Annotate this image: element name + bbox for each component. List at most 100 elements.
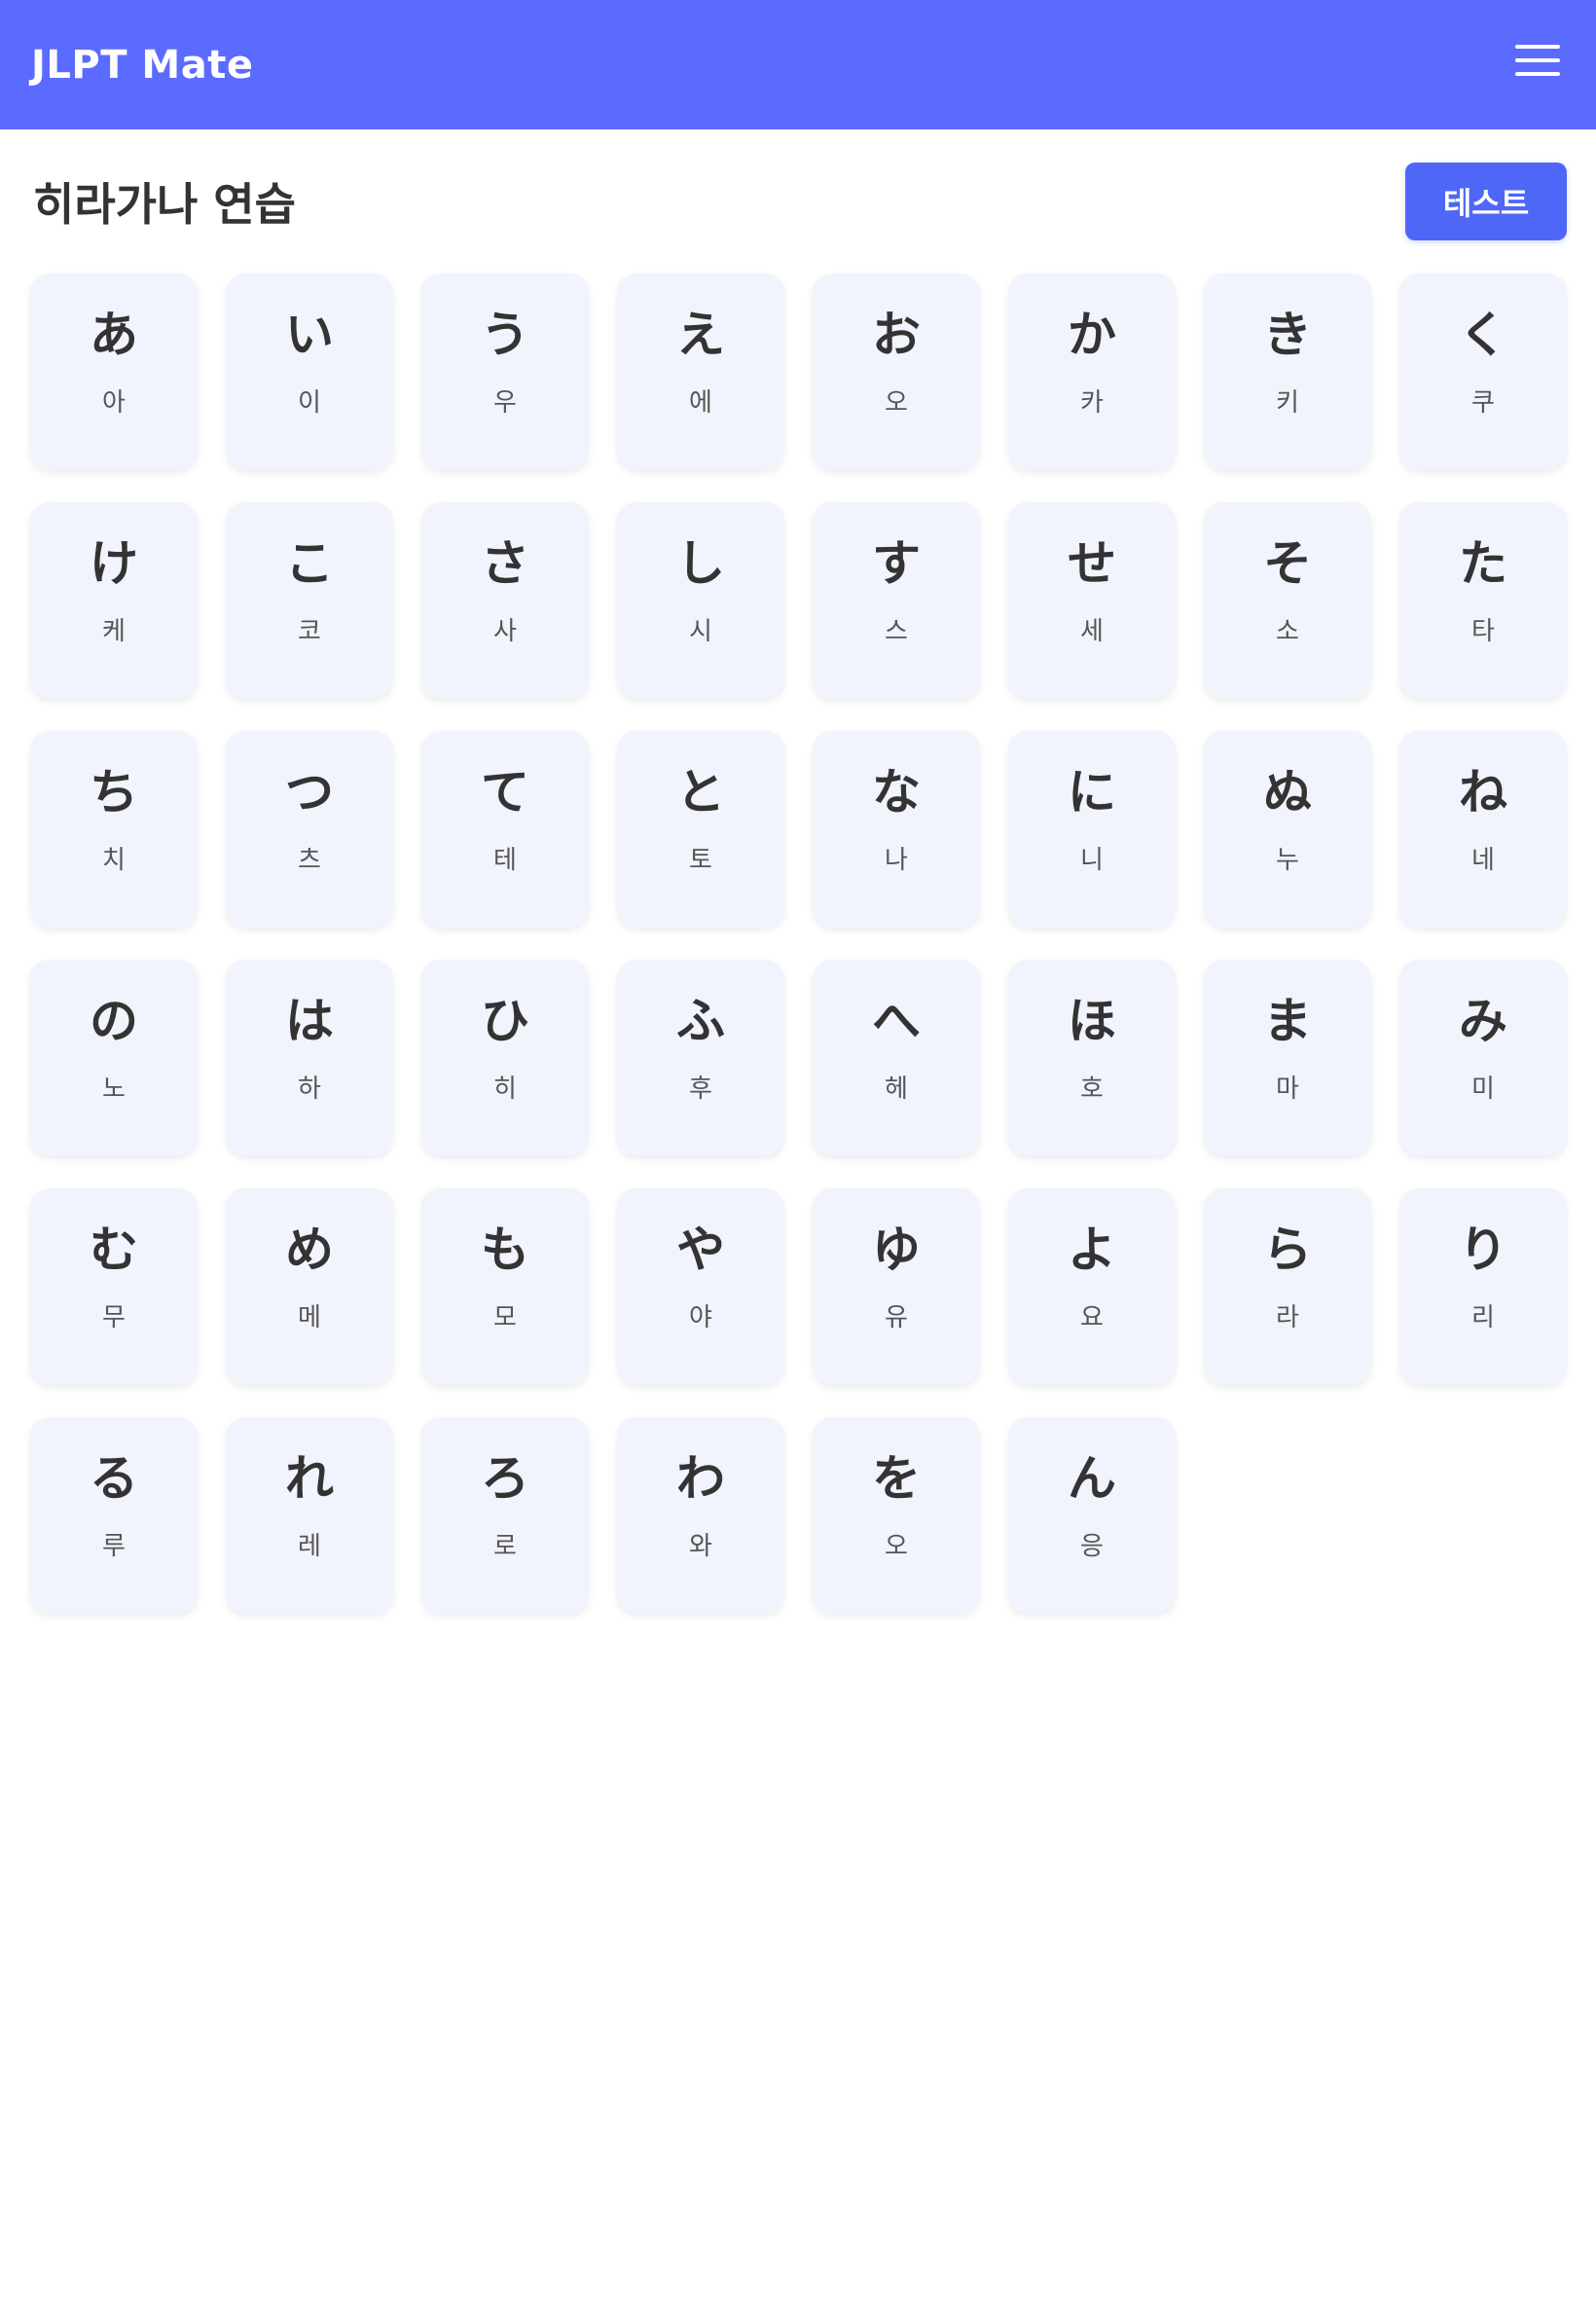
- kana-reading: 케: [102, 617, 126, 646]
- kana-reading: 사: [493, 617, 517, 646]
- kana-card[interactable]: ひ히: [421, 960, 589, 1156]
- kana-card[interactable]: ら라: [1204, 1188, 1371, 1385]
- kana-card[interactable]: し시: [617, 502, 784, 699]
- kana-reading: 오: [885, 388, 908, 418]
- kana-reading: 네: [1471, 846, 1495, 875]
- kana-reading: 이: [298, 388, 321, 418]
- kana-card[interactable]: り리: [1399, 1188, 1567, 1385]
- kana-character: お: [872, 307, 921, 363]
- kana-character: わ: [676, 1450, 725, 1507]
- kana-character: ひ: [481, 993, 529, 1049]
- kana-reading: 호: [1080, 1075, 1104, 1104]
- kana-reading: 세: [1080, 617, 1104, 646]
- kana-card[interactable]: き키: [1204, 273, 1371, 470]
- kana-reading: 코: [298, 617, 321, 646]
- kana-card[interactable]: な나: [813, 731, 980, 928]
- kana-reading: 키: [1276, 388, 1299, 418]
- kana-card[interactable]: つ츠: [226, 731, 393, 928]
- kana-card[interactable]: へ헤: [813, 960, 980, 1156]
- kana-reading: 라: [1276, 1303, 1299, 1332]
- kana-card[interactable]: ふ후: [617, 960, 784, 1156]
- kana-character: あ: [90, 307, 138, 363]
- kana-character: ら: [1263, 1221, 1312, 1278]
- kana-card[interactable]: い이: [226, 273, 393, 470]
- kana-card[interactable]: の노: [30, 960, 198, 1156]
- kana-reading: 시: [689, 617, 712, 646]
- kana-card[interactable]: ろ로: [421, 1417, 589, 1614]
- kana-reading: 치: [102, 846, 126, 875]
- kana-card[interactable]: や야: [617, 1188, 784, 1385]
- kana-card[interactable]: か카: [1008, 273, 1176, 470]
- kana-character: む: [90, 1221, 138, 1278]
- kana-character: て: [481, 764, 529, 820]
- kana-card[interactable]: に니: [1008, 731, 1176, 928]
- kana-card[interactable]: お오: [813, 273, 980, 470]
- kana-card[interactable]: も모: [421, 1188, 589, 1385]
- kana-card[interactable]: て테: [421, 731, 589, 928]
- kana-card[interactable]: ぬ누: [1204, 731, 1371, 928]
- main-content: 히라가나 연습 테스트 あ아い이う우え에お오か카き키く쿠け케こ코さ사し시す스せ세…: [29, 129, 1567, 1614]
- kana-reading: 노: [102, 1075, 126, 1104]
- kana-reading: 무: [102, 1303, 126, 1332]
- menu-bar-top: [1515, 44, 1560, 49]
- kana-reading: 소: [1276, 617, 1299, 646]
- kana-card[interactable]: ね네: [1399, 731, 1567, 928]
- hamburger-menu-icon[interactable]: [1510, 39, 1565, 82]
- kana-card[interactable]: え에: [617, 273, 784, 470]
- kana-reading: 모: [493, 1303, 517, 1332]
- kana-character: つ: [285, 764, 334, 820]
- kana-card[interactable]: う우: [421, 273, 589, 470]
- kana-card[interactable]: け케: [30, 502, 198, 699]
- kana-character: い: [285, 307, 334, 363]
- kana-reading: 마: [1276, 1075, 1299, 1104]
- kana-character: た: [1459, 535, 1507, 592]
- kana-card[interactable]: く쿠: [1399, 273, 1567, 470]
- kana-reading: 츠: [298, 846, 321, 875]
- kana-card[interactable]: す스: [813, 502, 980, 699]
- kana-card[interactable]: そ소: [1204, 502, 1371, 699]
- kana-reading: 스: [885, 617, 908, 646]
- kana-card[interactable]: れ레: [226, 1417, 393, 1614]
- kana-card[interactable]: ち치: [30, 731, 198, 928]
- kana-reading: 누: [1276, 846, 1299, 875]
- kana-card[interactable]: ん응: [1008, 1417, 1176, 1614]
- kana-reading: 헤: [885, 1075, 908, 1104]
- kana-reading: 응: [1080, 1532, 1104, 1561]
- kana-card[interactable]: ほ호: [1008, 960, 1176, 1156]
- kana-card[interactable]: を오: [813, 1417, 980, 1614]
- kana-card[interactable]: わ와: [617, 1417, 784, 1614]
- kana-character: よ: [1068, 1221, 1116, 1278]
- kana-character: こ: [285, 535, 334, 592]
- kana-character: へ: [872, 993, 921, 1049]
- kana-reading: 타: [1471, 617, 1495, 646]
- kana-card[interactable]: め메: [226, 1188, 393, 1385]
- kana-reading: 메: [298, 1303, 321, 1332]
- kana-character: う: [481, 307, 529, 363]
- kana-reading: 토: [689, 846, 712, 875]
- kana-character: せ: [1068, 535, 1116, 592]
- kana-reading: 후: [689, 1075, 712, 1104]
- kana-reading: 니: [1080, 846, 1104, 875]
- kana-card[interactable]: ゆ유: [813, 1188, 980, 1385]
- kana-character: け: [90, 535, 138, 592]
- kana-card[interactable]: た타: [1399, 502, 1567, 699]
- kana-character: さ: [481, 535, 529, 592]
- kana-character: ね: [1459, 764, 1507, 820]
- kana-reading: 아: [102, 388, 126, 418]
- kana-card[interactable]: こ코: [226, 502, 393, 699]
- kana-card[interactable]: さ사: [421, 502, 589, 699]
- kana-character: の: [90, 993, 138, 1049]
- kana-card[interactable]: る루: [30, 1417, 198, 1614]
- kana-card[interactable]: ま마: [1204, 960, 1371, 1156]
- kana-card[interactable]: せ세: [1008, 502, 1176, 699]
- kana-card[interactable]: み미: [1399, 960, 1567, 1156]
- menu-bar-middle: [1515, 57, 1560, 62]
- kana-card[interactable]: よ요: [1008, 1188, 1176, 1385]
- kana-reading: 카: [1080, 388, 1104, 418]
- kana-card[interactable]: む무: [30, 1188, 198, 1385]
- kana-card[interactable]: あ아: [30, 273, 198, 470]
- kana-character: り: [1459, 1221, 1507, 1278]
- kana-card[interactable]: と토: [617, 731, 784, 928]
- test-button[interactable]: 테스트: [1405, 163, 1567, 240]
- kana-card[interactable]: は하: [226, 960, 393, 1156]
